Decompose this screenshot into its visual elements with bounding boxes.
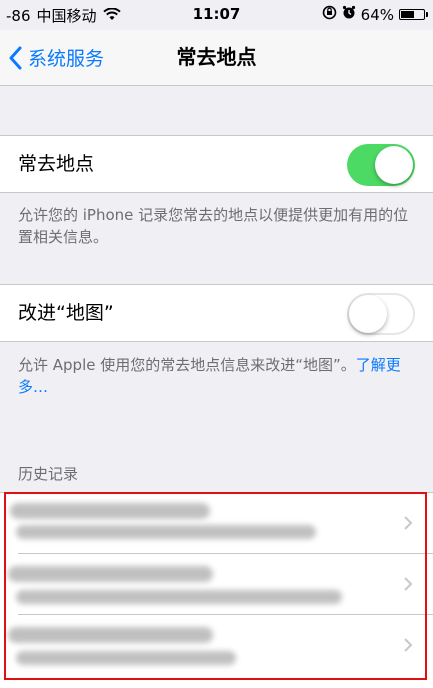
battery-fill bbox=[401, 11, 414, 18]
history-row[interactable] bbox=[0, 615, 433, 676]
chevron-right-icon bbox=[404, 638, 413, 652]
history-section-header: 历史记录 bbox=[18, 465, 79, 483]
page-title: 常去地点 bbox=[176, 45, 257, 69]
history-row[interactable] bbox=[0, 554, 433, 615]
redacted-text bbox=[16, 651, 236, 665]
frequent-locations-footer: 允许您的 iPhone 记录您常去的地点以便提供更加有用的位置相关信息。 bbox=[18, 206, 409, 246]
toggle-knob bbox=[349, 295, 387, 333]
alarm-icon bbox=[342, 5, 356, 24]
improve-maps-cell: 改进“地图” bbox=[0, 284, 433, 342]
chevron-right-icon bbox=[404, 577, 413, 591]
history-list bbox=[0, 492, 433, 688]
improve-maps-footer: 允许 Apple 使用您的常去地点信息来改进“地图”。了解更多… bbox=[18, 354, 416, 398]
chevron-right-icon bbox=[404, 516, 413, 530]
status-bar: -86 中国移动 11:07 64% bbox=[0, 0, 433, 30]
redacted-text bbox=[16, 590, 342, 604]
improve-maps-footer-text: 允许 Apple 使用您的常去地点信息来改进“地图”。 bbox=[18, 356, 356, 374]
frequent-locations-label: 常去地点 bbox=[18, 153, 95, 175]
history-row[interactable] bbox=[0, 493, 433, 554]
redacted-text bbox=[16, 525, 316, 539]
frequent-locations-toggle[interactable] bbox=[347, 144, 415, 186]
toggle-knob bbox=[375, 146, 413, 184]
redacted-text bbox=[10, 503, 210, 519]
navigation-bar: 系统服务 常去地点 bbox=[0, 30, 433, 86]
orientation-lock-icon bbox=[322, 5, 337, 24]
frequent-locations-cell: 常去地点 bbox=[0, 135, 433, 193]
battery-icon bbox=[399, 9, 428, 20]
improve-maps-label: 改进“地图” bbox=[18, 302, 114, 324]
redacted-text bbox=[8, 566, 213, 582]
redacted-text bbox=[8, 627, 213, 643]
battery-percentage: 64% bbox=[360, 5, 394, 24]
improve-maps-toggle[interactable] bbox=[347, 293, 415, 335]
